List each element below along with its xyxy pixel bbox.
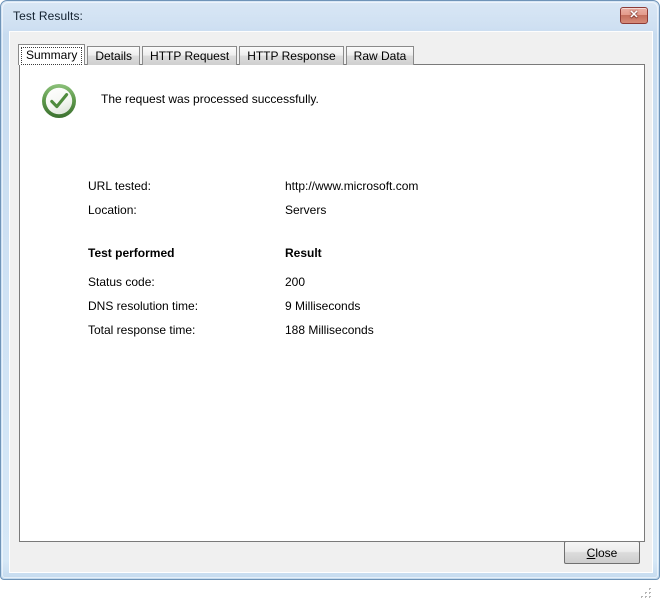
tab-raw-data-label: Raw Data (353, 49, 407, 63)
close-button[interactable]: Close (564, 541, 640, 564)
info-label-location: Location: (88, 203, 137, 217)
result-value-dns-time: 9 Milliseconds (285, 299, 361, 313)
tab-summary-label: Summary (26, 48, 78, 62)
results-header-test-performed: Test performed (88, 246, 175, 260)
result-label-status-code: Status code: (88, 275, 155, 289)
resize-grip-icon[interactable] (640, 587, 654, 601)
title-bar: Test Results: ✕ (1, 1, 660, 33)
tab-control: Summary Details HTTP Request HTTP Respon… (18, 44, 645, 542)
result-value-status-code: 200 (285, 275, 306, 289)
close-button-label: Close (587, 546, 618, 560)
result-label-total-time: Total response time: (88, 323, 196, 337)
tab-strip: Summary Details HTTP Request HTTP Respon… (18, 44, 645, 65)
result-value-total-time: 188 Milliseconds (285, 323, 374, 337)
tab-http-response[interactable]: HTTP Response (239, 46, 344, 65)
info-label-url: URL tested: (88, 179, 151, 193)
tab-http-request-label: HTTP Request (150, 49, 230, 63)
close-button-rest: lose (595, 545, 618, 560)
window-close-button[interactable]: ✕ (620, 7, 648, 24)
status-message: The request was processed successfully. (101, 92, 319, 106)
tab-panel-summary: The request was processed successfully. … (19, 64, 645, 542)
window-title: Test Results: (13, 9, 83, 23)
info-value-location: Servers (285, 203, 327, 217)
dialog-client-area: Summary Details HTTP Request HTTP Respon… (9, 31, 653, 598)
info-value-url: http://www.microsoft.com (285, 179, 419, 193)
tab-http-request[interactable]: HTTP Request (142, 46, 238, 65)
tab-http-response-label: HTTP Response (247, 49, 336, 63)
dialog-window: Test Results: ✕ Summary Details HTTP Req… (0, 0, 660, 598)
tab-details-label: Details (95, 49, 133, 63)
tab-details[interactable]: Details (87, 46, 141, 65)
tab-summary[interactable]: Summary (18, 44, 86, 65)
success-check-icon (42, 84, 76, 118)
results-header-result: Result (285, 246, 322, 260)
tab-raw-data[interactable]: Raw Data (345, 46, 415, 65)
result-label-dns-time: DNS resolution time: (88, 299, 199, 313)
close-x-icon: ✕ (629, 9, 639, 21)
